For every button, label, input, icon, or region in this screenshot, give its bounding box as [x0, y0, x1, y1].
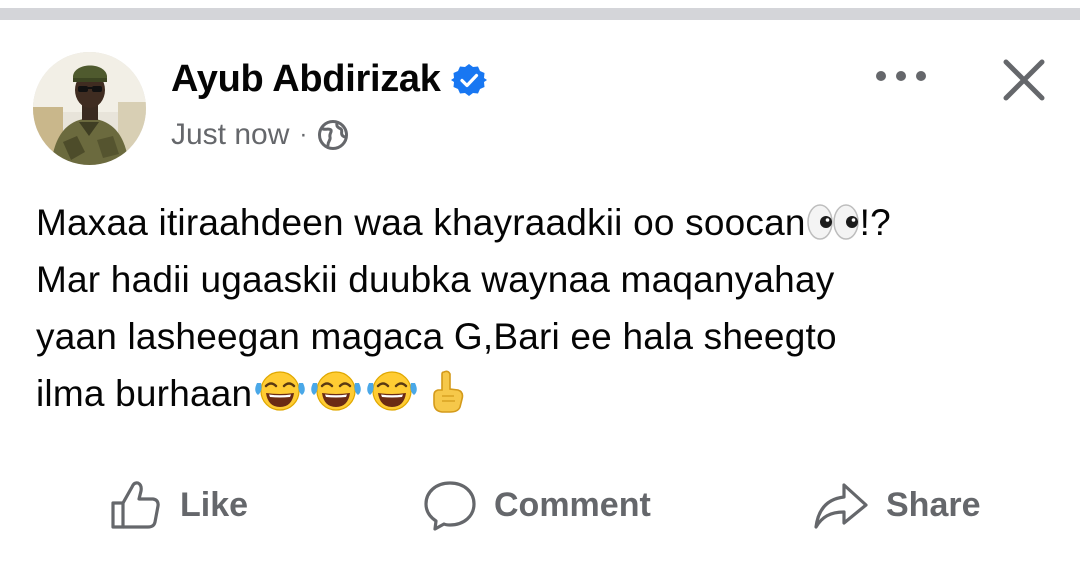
meta-separator: ·: [299, 121, 308, 148]
post-line-1: Maxaa itiraahdeen waa khayraadkii oo soo…: [36, 194, 1056, 251]
pointing-up-emoji-icon: [428, 369, 468, 413]
post-meta: Just now ·: [171, 118, 349, 152]
tears-of-joy-emoji-icon: [364, 369, 420, 413]
author-row: Ayub Abdirizak: [171, 58, 487, 101]
like-label: Like: [180, 485, 249, 524]
post-line-4-text: ilma burhaan: [36, 373, 253, 414]
verified-badge-icon: [450, 62, 487, 98]
avatar-image: [33, 52, 146, 165]
post-line-1-tail: !?: [859, 202, 891, 243]
share-button[interactable]: Share: [812, 470, 981, 540]
comment-bubble-icon: [424, 481, 476, 531]
post-line-2: Mar hadii ugaaskii duubka waynaa maqanya…: [36, 259, 835, 300]
post-body: Maxaa itiraahdeen waa khayraadkii oo soo…: [36, 194, 1056, 422]
close-button[interactable]: [992, 48, 1056, 112]
share-label: Share: [886, 485, 981, 524]
timestamp[interactable]: Just now: [171, 118, 289, 152]
tears-of-joy-emoji-icon: [252, 369, 308, 413]
tears-of-joy-emoji-icon: [308, 369, 364, 413]
post-card: Ayub Abdirizak Just now · Maxaa itiraahd…: [0, 0, 1080, 563]
post-line-4: ilma burhaan: [36, 365, 1056, 422]
more-dots-icon: [876, 71, 926, 81]
like-button[interactable]: Like: [108, 470, 248, 540]
author-name[interactable]: Ayub Abdirizak: [171, 58, 441, 101]
more-options-button[interactable]: [866, 58, 936, 94]
comment-label: Comment: [494, 485, 651, 524]
eyes-emoji-icon: [806, 201, 860, 241]
top-divider: [0, 8, 1080, 20]
close-icon: [1003, 59, 1045, 101]
comment-button[interactable]: Comment: [422, 470, 651, 540]
share-arrow-icon: [814, 483, 868, 529]
globe-icon[interactable]: [317, 119, 349, 151]
action-bar: Like Comment Share: [0, 470, 1080, 540]
avatar[interactable]: [33, 52, 146, 165]
thumbs-up-icon: [111, 481, 160, 529]
post-line-1-text: Maxaa itiraahdeen waa khayraadkii oo soo…: [36, 202, 806, 243]
post-line-3: yaan lasheegan magaca G,Bari ee hala she…: [36, 316, 837, 357]
